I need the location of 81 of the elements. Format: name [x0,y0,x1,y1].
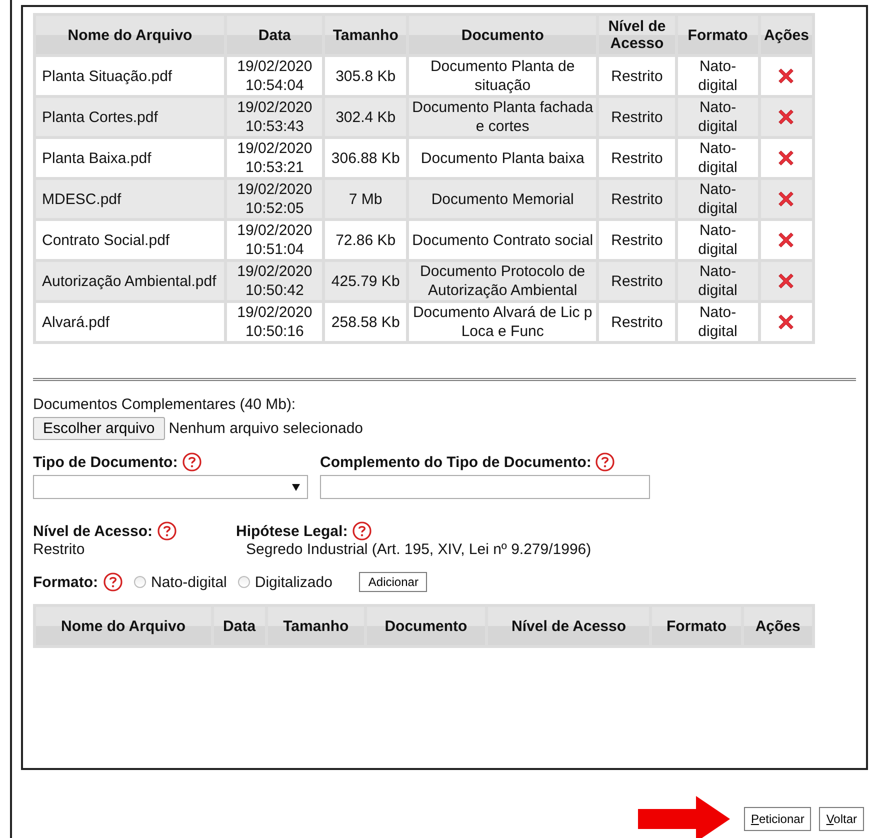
column-header: Nível de Acesso [599,16,675,54]
column-header: Formato [652,607,741,645]
field-label: Nível de Acesso: [33,522,152,540]
help-icon[interactable] [182,452,202,472]
table-cell: Restrito [599,57,675,95]
table-cell: 305.8 Kb [325,57,406,95]
table-cell: Restrito [599,98,675,136]
field-label: Documentos Complementares (40 Mb): [33,396,297,413]
table-cell: 19/02/2020 10:54:04 [226,57,322,95]
table-cell: Restrito [599,221,675,259]
table-cell: Restrito [599,180,675,218]
radio-label[interactable]: Digitalizado [254,574,332,590]
table-cell: 19/02/2020 10:53:21 [226,139,322,177]
field-label: Complemento do Tipo de Documento: [320,454,592,470]
table-cell: 72.86 Kb [325,221,406,259]
table-cell: Planta Cortes.pdf [36,98,224,136]
table-cell: MDESC.pdf [36,180,224,218]
field-value: Restrito [33,541,86,558]
table-cell: Alvará.pdf [36,303,224,341]
table-cell: Contrato Social.pdf [36,221,224,259]
field-label: Tipo de Documento: [33,454,178,470]
arrow-icon [638,796,730,838]
radio-label[interactable]: Nato-digital [151,574,227,590]
table-cell: Nato-digital [678,139,758,177]
table-cell: 19/02/2020 10:53:43 [226,98,322,136]
column-header: Tamanho [325,16,406,54]
column-header: Data [226,16,322,54]
dropdown-arrow-icon [292,484,300,491]
table-cell: 7 Mb [325,180,406,218]
table-cell: 425.79 Kb [325,262,406,300]
table-cell: Nato-digital [678,98,758,136]
table-cell: Documento Planta baixa [408,139,596,177]
table-cell: 19/02/2020 10:50:16 [226,303,322,341]
table-cell: Restrito [599,303,675,341]
table-cell: 306.88 Kb [325,139,406,177]
help-icon[interactable] [352,521,372,541]
help-icon[interactable] [103,572,123,592]
table-cell: 19/02/2020 10:52:05 [226,180,322,218]
table-cell: Documento Alvará de Lic p Loca e Func [408,303,596,341]
table-cell: Documento Protocolo de Autorização Ambiental [408,262,596,300]
column-header: Nome do Arquivo [36,16,224,54]
field-label: Formato: [33,574,98,590]
table-cell: 258.58 Kb [325,303,406,341]
table-cell: Documento Memorial [408,180,596,218]
table-cell: Documento Planta de situação [408,57,596,95]
input-field[interactable] [320,475,650,499]
table-cell: 19/02/2020 10:50:42 [226,262,322,300]
column-header: Nível de Acesso [488,607,650,645]
table-cell: Nato-digital [678,221,758,259]
column-header: Documento [408,16,596,54]
table-cell: 19/02/2020 10:51:04 [226,221,322,259]
help-icon[interactable] [595,452,616,472]
column-header: Ações [760,16,812,54]
field-value: Segredo Industrial (Art. 195, XIV, Lei nº 9.279/1996) [245,541,592,558]
field-label: Hipótese Legal: [236,522,348,540]
column-header: Ações [744,607,812,645]
choose-file-button[interactable]: Escolher arquivo [33,417,165,440]
table-cell: Documento Planta fachada e cortes [408,98,596,136]
table-cell: Nato-digital [678,57,758,95]
add-button[interactable]: Adicionar [359,572,428,592]
table-cell: Restrito [599,262,675,300]
column-header: Documento [366,607,486,645]
table-cell: Nato-digital [678,303,758,341]
submit-button[interactable]: Peticionar [744,807,812,831]
table-cell: Restrito [599,139,675,177]
table-cell: Nato-digital [678,262,758,300]
back-button[interactable]: Voltar [819,807,864,831]
file-status: Nenhum arquivo selecionado [168,420,364,437]
table-cell: Autorização Ambiental.pdf [36,262,224,300]
column-header: Formato [678,16,758,54]
radio-button[interactable] [238,576,250,588]
table-cell: Documento Contrato social [408,221,596,259]
table-cell: Planta Situação.pdf [36,57,224,95]
table-cell: 302.4 Kb [325,98,406,136]
table-cell: Planta Baixa.pdf [36,139,224,177]
column-header: Tamanho [268,607,364,645]
column-header: Data [214,607,266,645]
help-icon[interactable] [156,521,176,541]
column-header: Nome do Arquivo [36,607,211,645]
radio-button[interactable] [134,576,146,588]
table-cell: Nato-digital [678,180,758,218]
